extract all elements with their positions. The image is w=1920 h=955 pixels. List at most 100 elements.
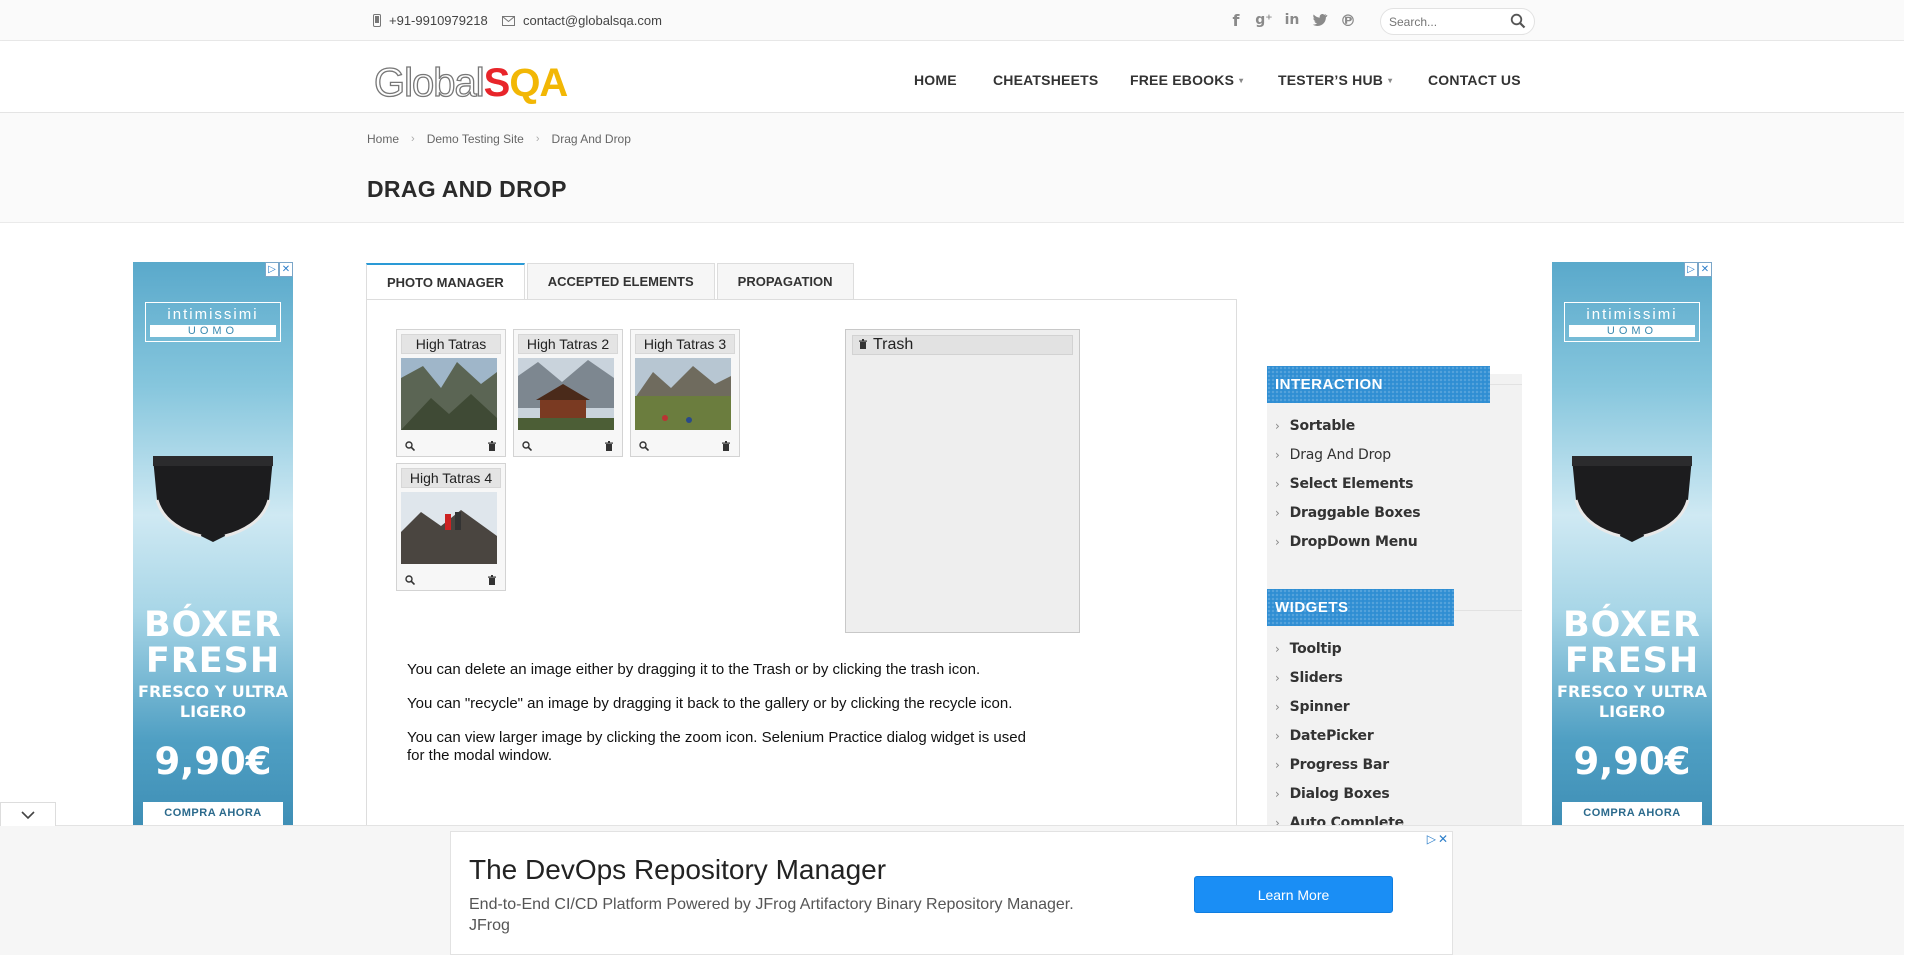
tab-accepted-elements[interactable]: ACCEPTED ELEMENTS: [526, 263, 715, 300]
breadcrumb-current: Drag And Drop: [551, 132, 631, 146]
chevron-right-icon: ›: [1275, 448, 1280, 462]
mountain-photo: [401, 358, 497, 430]
demo-tabs: PHOTO MANAGER ACCEPTED ELEMENTS PROPAGAT…: [366, 263, 1237, 826]
adchoices-icon[interactable]: ▷: [1427, 832, 1436, 846]
zoom-icon[interactable]: [522, 441, 532, 451]
sidebar-item-progress-bar[interactable]: › Progress Bar: [1275, 757, 1389, 773]
sidebar: INTERACTION › Sortable › Drag And Drop › Se…: [1267, 366, 1522, 831]
gallery-item-title: High Tatras: [401, 334, 501, 354]
info-text-delete: You can delete an image either by draggi…: [407, 661, 981, 678]
gallery-item-title: High Tatras 4: [401, 468, 501, 488]
mail-icon: [502, 15, 515, 26]
collapse-ad-button[interactable]: [0, 802, 56, 826]
phone-number[interactable]: +91-9910979218: [389, 13, 488, 28]
trash-header: Trash: [852, 335, 1073, 355]
zoom-icon[interactable]: [405, 441, 415, 451]
mountain-photo: [401, 492, 497, 564]
page-title: DRAG AND DROP: [367, 176, 567, 202]
sidebar-item-draggable-boxes[interactable]: › Draggable Boxes: [1275, 505, 1421, 521]
bottom-ad[interactable]: ▷ ✕ The DevOps Repository Manager End-to…: [450, 831, 1453, 955]
tab-photo-manager[interactable]: PHOTO MANAGER: [366, 263, 525, 300]
sidebar-heading-widgets: WIDGETS: [1267, 589, 1454, 626]
sidebar-item-select-elements[interactable]: › Select Elements: [1275, 476, 1413, 492]
chevron-right-icon: ›: [1275, 787, 1280, 801]
google-plus-icon[interactable]: g⁺: [1255, 10, 1273, 30]
gallery-item[interactable]: High Tatras 2: [513, 329, 623, 457]
sidebar-item-drag-and-drop[interactable]: › Drag And Drop: [1275, 447, 1391, 463]
left-side-ad[interactable]: ▷ ✕ intimissimi UOMO BÓXER FRESH FRESCO …: [133, 262, 293, 825]
sidebar-item-sortable[interactable]: › Sortable: [1275, 418, 1355, 434]
ad-title[interactable]: The DevOps Repository Manager: [469, 854, 886, 886]
sidebar-item-spinner[interactable]: › Spinner: [1275, 699, 1350, 715]
ad-cta-button[interactable]: COMPRA AHORA: [143, 802, 283, 825]
zoom-icon[interactable]: [639, 441, 649, 451]
email-contact: contact@globalsqa.com: [502, 13, 662, 28]
search-input[interactable]: [1389, 13, 1509, 31]
mountain-photo: [635, 358, 731, 430]
facebook-icon[interactable]: f: [1227, 10, 1245, 30]
ad-cta-button[interactable]: COMPRA AHORA: [1562, 802, 1702, 825]
chevron-right-icon: ›: [1275, 477, 1280, 491]
nav-free-ebooks[interactable]: FREE EBOOKS ▾: [1130, 72, 1243, 88]
sidebar-item-dropdown-menu[interactable]: › DropDown Menu: [1275, 534, 1418, 550]
ad-headline: BÓXER FRESH: [143, 605, 283, 681]
linkedin-icon[interactable]: in: [1283, 10, 1301, 30]
chevron-right-icon: ›: [1275, 729, 1280, 743]
adchoices-icon[interactable]: ▷: [265, 262, 279, 277]
info-text-zoom: You can view larger image by clicking th…: [407, 729, 1026, 764]
trash-icon[interactable]: [487, 441, 497, 451]
close-icon[interactable]: ✕: [279, 262, 293, 277]
email-address[interactable]: contact@globalsqa.com: [523, 13, 662, 28]
trash-icon[interactable]: [604, 441, 614, 451]
nav-cheatsheets[interactable]: CHEATSHEETS: [993, 72, 1098, 88]
chevron-right-icon: ›: [1275, 700, 1280, 714]
gallery-item[interactable]: High Tatras: [396, 329, 506, 457]
chevron-down-icon: [21, 810, 35, 819]
gallery-item[interactable]: High Tatras 3: [630, 329, 740, 457]
sidebar-item-dialog-boxes[interactable]: › Dialog Boxes: [1275, 786, 1390, 802]
chevron-right-icon: ›: [1275, 535, 1280, 549]
gallery-item-title: High Tatras 2: [518, 334, 618, 354]
sidebar-item-tooltip[interactable]: › Tooltip: [1275, 641, 1342, 657]
ad-subline: FRESCO Y ULTRA LIGERO: [1557, 682, 1707, 721]
ad-price: 9,90€: [154, 740, 272, 783]
close-icon[interactable]: ✕: [1438, 832, 1448, 846]
gallery-item[interactable]: High Tatras 4: [396, 463, 506, 591]
learn-more-button[interactable]: Learn More: [1194, 876, 1393, 913]
nav-testers-hub[interactable]: TESTER’S HUB ▾: [1278, 72, 1392, 88]
top-bar: +91-9910979218 contact@globalsqa.com f g…: [0, 0, 1904, 41]
search-box: [1380, 8, 1535, 35]
nav-contact-us[interactable]: CONTACT US: [1428, 72, 1521, 88]
breadcrumb-demo-testing-site[interactable]: Demo Testing Site: [427, 132, 524, 146]
chevron-right-icon: ›: [1275, 758, 1280, 772]
gallery-item-title: High Tatras 3: [635, 334, 735, 354]
breadcrumb: Home › Demo Testing Site › Drag And Drop: [367, 132, 631, 146]
site-header: GlobalSQA HOME CHEATSHEETS FREE EBOOKS ▾ …: [0, 41, 1904, 113]
pinterest-icon[interactable]: ℗: [1339, 10, 1357, 30]
sidebar-item-datepicker[interactable]: › DatePicker: [1275, 728, 1374, 744]
sidebar-item-sliders[interactable]: › Sliders: [1275, 670, 1343, 686]
social-links: f g⁺ in ℗: [1227, 10, 1357, 30]
adchoices-icon[interactable]: ▷: [1684, 262, 1698, 277]
ad-product-image: [1572, 456, 1692, 542]
ad-badge: ▷ ✕: [265, 262, 293, 277]
mountain-photo: [518, 358, 614, 430]
search-icon[interactable]: [1510, 13, 1526, 29]
twitter-icon[interactable]: [1311, 10, 1329, 30]
zoom-icon[interactable]: [405, 575, 415, 585]
ad-badge: ▷ ✕: [1684, 262, 1712, 277]
ad-subline: FRESCO Y ULTRA LIGERO: [138, 682, 288, 721]
nav-home[interactable]: HOME: [914, 72, 957, 88]
tab-panel-photo-manager: High Tatras High Tatras 2 High Tatras 3 …: [366, 299, 1237, 826]
site-logo[interactable]: GlobalSQA: [373, 60, 568, 106]
scrollbar[interactable]: [1904, 0, 1920, 955]
tab-propagation[interactable]: PROPAGATION: [716, 263, 854, 300]
trash-drop-zone[interactable]: Trash: [845, 329, 1080, 633]
close-icon[interactable]: ✕: [1698, 262, 1712, 277]
trash-title: Trash: [873, 336, 914, 353]
right-side-ad[interactable]: ▷ ✕ intimissimi UOMO BÓXER FRESH FRESCO …: [1552, 262, 1712, 825]
trash-icon[interactable]: [721, 441, 731, 451]
trash-icon: [859, 339, 867, 349]
trash-icon[interactable]: [487, 575, 497, 585]
breadcrumb-home[interactable]: Home: [367, 132, 399, 146]
